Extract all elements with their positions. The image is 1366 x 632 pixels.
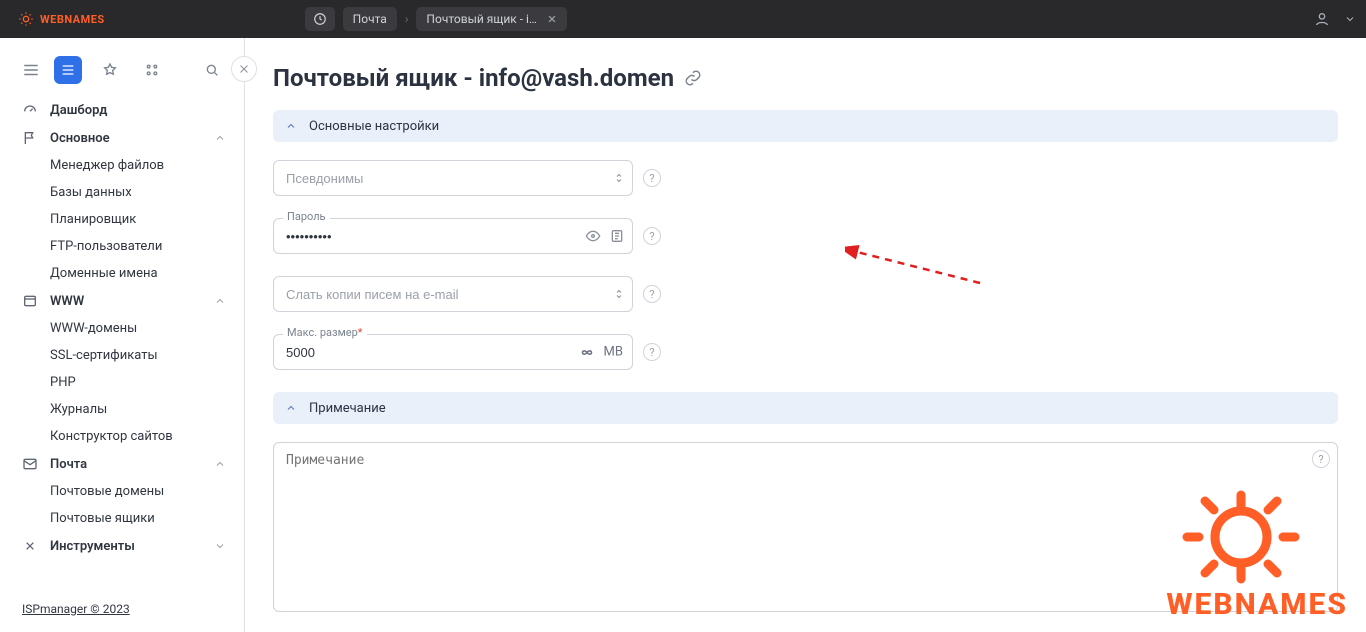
- sidebar-group-label: Основное: [50, 131, 110, 146]
- collapse-sidebar-button[interactable]: [231, 56, 257, 82]
- sidebar-item-label: Почтовые домены: [50, 484, 164, 499]
- help-icon[interactable]: ?: [643, 227, 661, 245]
- sidebar-group-mail[interactable]: Почта: [0, 450, 244, 478]
- mail-icon: [22, 456, 38, 472]
- gauge-icon: [22, 102, 38, 118]
- sidebar-item-mailboxes[interactable]: Почтовые ящики: [0, 505, 244, 532]
- search-icon[interactable]: [198, 56, 226, 84]
- breadcrumb-separator: ›: [405, 7, 409, 31]
- chevron-down-icon: [214, 540, 226, 552]
- sidebar-item-file-manager[interactable]: Менеджер файлов: [0, 152, 244, 179]
- copies-input[interactable]: [273, 276, 633, 312]
- sidebar-item-www-domains[interactable]: WWW-домены: [0, 315, 244, 342]
- aliases-input[interactable]: [273, 160, 633, 196]
- sidebar-item-label: Менеджер файлов: [50, 158, 164, 173]
- maxsize-label: Макс. размер*: [283, 326, 367, 339]
- link-icon[interactable]: [684, 69, 702, 87]
- menu-icon[interactable]: [22, 61, 40, 79]
- sidebar-item-ftp-users[interactable]: FTP-пользователи: [0, 233, 244, 260]
- maxsize-field: Макс. размер* MB: [273, 334, 633, 370]
- sidebar-group-label: Инструменты: [50, 539, 135, 554]
- sidebar-item-php[interactable]: PHP: [0, 369, 244, 396]
- sidebar-item-ssl[interactable]: SSL-сертификаты: [0, 342, 244, 369]
- sidebar-item-label: Планировщик: [50, 212, 136, 227]
- sidebar: Дашборд Основное Менеджер файлов Базы да…: [0, 38, 245, 632]
- star-icon[interactable]: [96, 56, 124, 84]
- chevron-up-icon: [285, 120, 297, 132]
- help-icon[interactable]: ?: [643, 343, 661, 361]
- expand-icon[interactable]: [613, 171, 625, 185]
- page-title-text: Почтовый ящик - info@vash.domen: [273, 64, 674, 92]
- sidebar-item-label: Журналы: [50, 402, 107, 417]
- sidebar-item-logs[interactable]: Журналы: [0, 396, 244, 423]
- generate-password-icon[interactable]: [609, 228, 625, 244]
- sidebar-item-label: SSL-сертификаты: [50, 348, 158, 363]
- sidebar-item-dashboard[interactable]: Дашборд: [0, 96, 244, 124]
- sidebar-item-site-builder[interactable]: Конструктор сайтов: [0, 423, 244, 450]
- note-textarea[interactable]: [273, 442, 1338, 612]
- aliases-field: [273, 160, 633, 196]
- sidebar-item-label: Доменные имена: [50, 266, 158, 281]
- tools-icon: [22, 538, 38, 554]
- gear-sun-icon: [18, 11, 34, 27]
- sidebar-group-tools[interactable]: Инструменты: [0, 532, 244, 560]
- chevron-down-icon[interactable]: [1344, 13, 1356, 25]
- sidebar-item-label: FTP-пользователи: [50, 239, 162, 254]
- sidebar-group-main[interactable]: Основное: [0, 124, 244, 152]
- sidebar-item-label: Конструктор сайтов: [50, 429, 173, 444]
- sidebar-item-label: PHP: [50, 375, 76, 390]
- globe-icon: [22, 293, 38, 309]
- main: Почтовый ящик - info@vash.domen Основные…: [245, 38, 1366, 632]
- breadcrumb-mailbox-label: Почтовый ящик - i…: [426, 12, 537, 26]
- chevron-up-icon: [214, 458, 226, 470]
- maxsize-unit: MB: [604, 345, 623, 360]
- brand-name: WEBNAMES: [40, 13, 105, 26]
- topbar: WEBNAMES Почта › Почтовый ящик - i…: [0, 0, 1366, 38]
- sidebar-item-mail-domains[interactable]: Почтовые домены: [0, 478, 244, 505]
- copies-field: [273, 276, 633, 312]
- sidebar-item-label: WWW-домены: [50, 321, 137, 336]
- help-icon[interactable]: ?: [1312, 450, 1330, 468]
- password-input[interactable]: [273, 218, 633, 254]
- list-view-button[interactable]: [54, 56, 82, 84]
- flag-icon: [22, 130, 38, 146]
- page-title: Почтовый ящик - info@vash.domen: [273, 64, 1338, 92]
- password-field: Пароль: [273, 218, 633, 254]
- sidebar-group-label: WWW: [50, 294, 84, 309]
- sidebar-item-label: Почтовые ящики: [50, 511, 155, 526]
- sidebar-item-label: Базы данных: [50, 185, 132, 200]
- history-icon[interactable]: [305, 7, 335, 31]
- help-icon[interactable]: ?: [643, 285, 661, 303]
- sidebar-item-domain-names[interactable]: Доменные имена: [0, 260, 244, 287]
- section-title: Примечание: [309, 401, 386, 416]
- sidebar-footer: ISPmanager © 2023: [0, 590, 244, 632]
- breadcrumb-mailbox[interactable]: Почтовый ящик - i…: [416, 7, 567, 31]
- chevron-up-icon: [285, 402, 297, 414]
- sidebar-item-scheduler[interactable]: Планировщик: [0, 206, 244, 233]
- eye-icon[interactable]: [585, 228, 601, 244]
- apps-icon[interactable]: [138, 56, 166, 84]
- chevron-up-icon: [214, 132, 226, 144]
- user-icon[interactable]: [1314, 11, 1330, 27]
- sidebar-item-label: Дашборд: [50, 103, 107, 118]
- section-main-settings[interactable]: Основные настройки: [273, 110, 1338, 142]
- breadcrumb-mail[interactable]: Почта: [343, 7, 397, 31]
- sidebar-group-www[interactable]: WWW: [0, 287, 244, 315]
- breadcrumb: Почта › Почтовый ящик - i…: [305, 7, 567, 31]
- close-icon[interactable]: [547, 14, 557, 24]
- sidebar-group-label: Почта: [50, 457, 87, 472]
- isp-link[interactable]: ISPmanager © 2023: [22, 602, 130, 616]
- chevron-up-icon: [214, 295, 226, 307]
- nav: Дашборд Основное Менеджер файлов Базы да…: [0, 96, 244, 570]
- section-note[interactable]: Примечание: [273, 392, 1338, 424]
- help-icon[interactable]: ?: [643, 169, 661, 187]
- infinity-icon[interactable]: [578, 346, 596, 358]
- expand-icon[interactable]: [613, 287, 625, 301]
- breadcrumb-mail-label: Почта: [353, 12, 387, 26]
- section-title: Основные настройки: [309, 119, 439, 134]
- password-label: Пароль: [283, 210, 330, 223]
- sidebar-item-databases[interactable]: Базы данных: [0, 179, 244, 206]
- brand-logo: WEBNAMES: [18, 11, 105, 27]
